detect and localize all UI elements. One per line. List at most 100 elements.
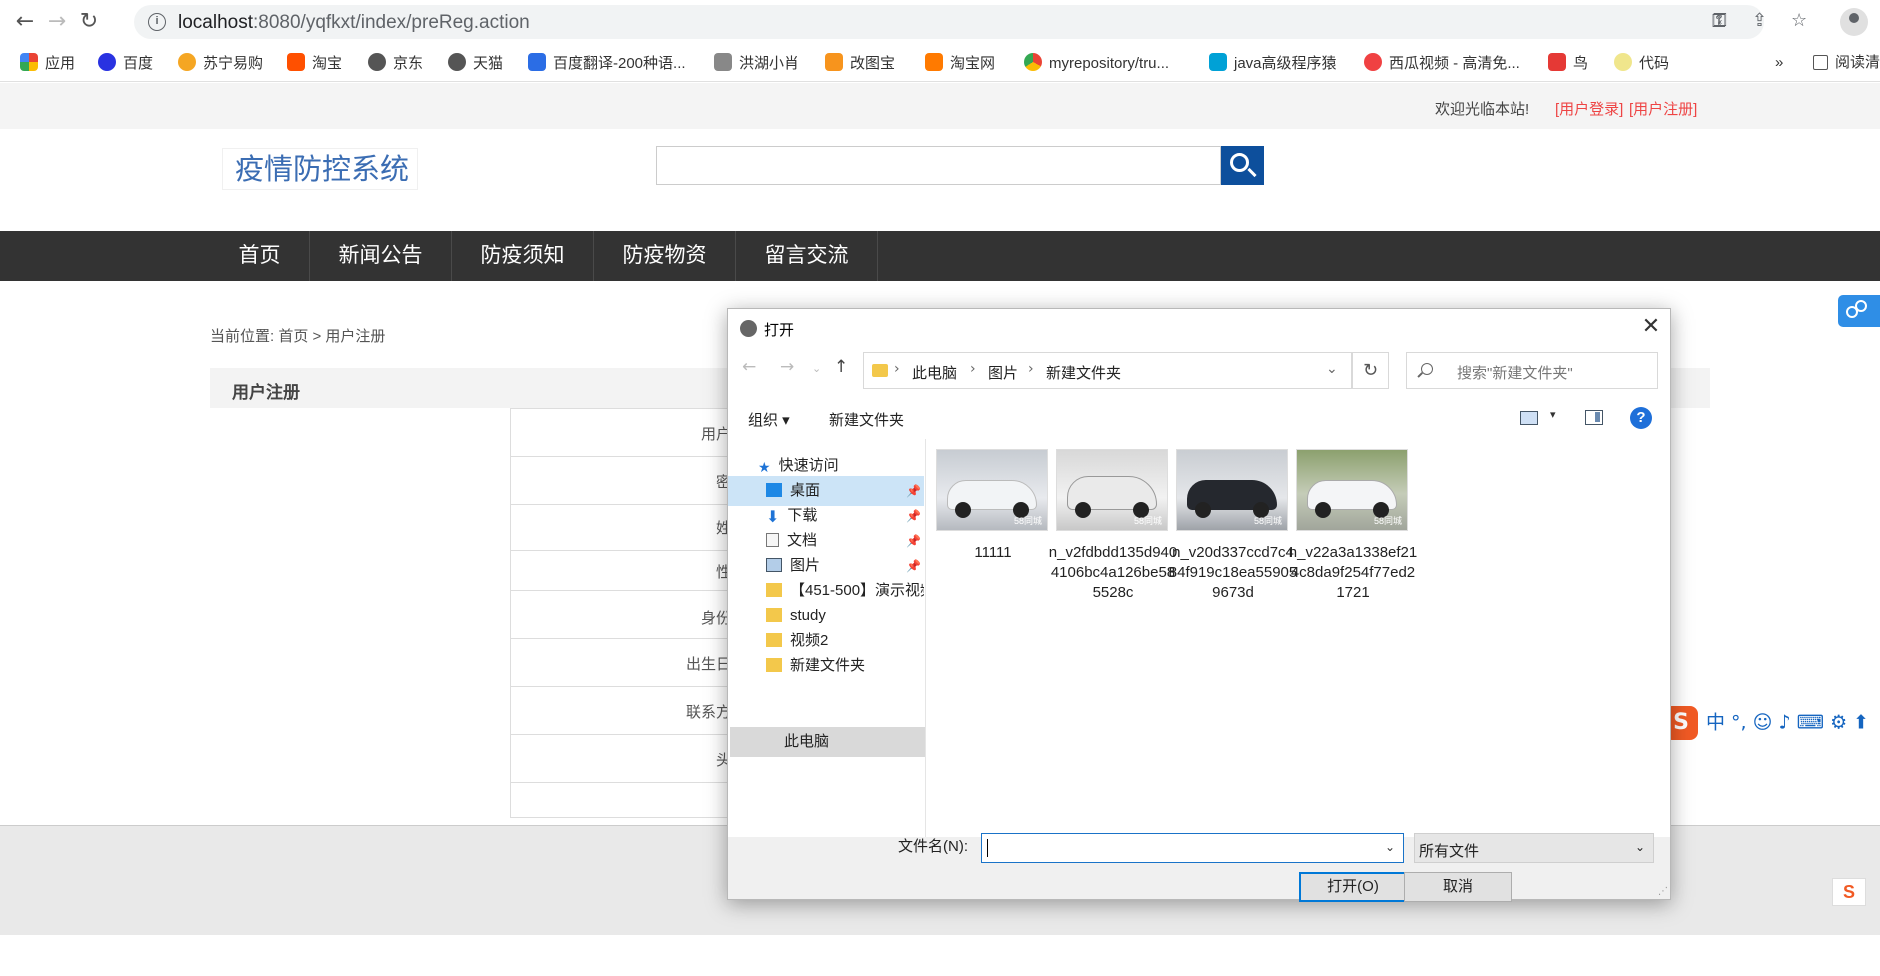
suning-icon — [178, 53, 196, 71]
reading-list-icon — [1813, 55, 1828, 70]
nav-supplies[interactable]: 防疫物资 — [594, 231, 736, 281]
address-bar[interactable]: i localhost:8080/yqfkxt/index/preReg.act… — [134, 5, 1764, 39]
bookmark-gaitubao[interactable]: 改图宝 — [825, 53, 895, 73]
cancel-button[interactable]: 取消 — [1404, 872, 1512, 902]
bookmark-suning[interactable]: 苏宁易购 — [178, 53, 263, 73]
reading-list[interactable]: 阅读清 — [1813, 53, 1880, 73]
url-text[interactable]: localhost:8080/yqfkxt/index/preReg.actio… — [178, 12, 530, 34]
nav-notice[interactable]: 防疫须知 — [452, 231, 594, 281]
bookmark-myrepository[interactable]: myrepository/tru... — [1024, 53, 1169, 73]
path-this-pc[interactable]: 此电脑 — [912, 362, 957, 383]
register-link[interactable]: [用户注册] — [1629, 98, 1697, 119]
honghu-icon — [714, 53, 732, 71]
pin-icon[interactable]: 📌 — [906, 484, 921, 498]
tree-folder-new[interactable]: 新建文件夹 — [766, 651, 865, 681]
refresh-icon[interactable]: ↻ — [1352, 352, 1389, 389]
tree-this-pc[interactable]: 此电脑 — [784, 727, 829, 757]
pin-icon[interactable]: 📌 — [906, 509, 921, 523]
pin-icon[interactable]: 📌 — [906, 534, 921, 548]
bookmark-bird[interactable]: 鸟 — [1548, 53, 1588, 73]
back-icon[interactable]: ← — [10, 8, 40, 36]
site-search-button[interactable] — [1221, 146, 1264, 185]
profile-avatar[interactable] — [1840, 8, 1868, 36]
taobao-icon — [925, 53, 943, 71]
open-button[interactable]: 打开(O) — [1299, 872, 1407, 902]
bookmark-taobao[interactable]: 淘宝 — [287, 53, 342, 73]
sogou-ime-small-icon[interactable]: S — [1832, 878, 1866, 906]
bookmark-code[interactable]: 代码 — [1614, 53, 1669, 73]
folder-icon — [766, 583, 782, 597]
form-row: 密 — [511, 456, 731, 504]
form-row: 联系方 — [511, 686, 731, 734]
file-name: n_v2fdbdd135d9404106bc4a126be585528c — [1048, 544, 1178, 601]
dialog-search-input[interactable]: 搜索"新建文件夹" — [1406, 352, 1658, 389]
view-icon[interactable] — [1520, 411, 1538, 425]
pin-icon[interactable]: 📌 — [906, 559, 921, 573]
register-form: 用户 密 姓 性 身份 出生日 联系方 头 — [510, 408, 731, 818]
up-icon[interactable]: ↑ — [834, 357, 848, 377]
bookmark-honghu[interactable]: 洪湖小肖 — [714, 53, 799, 73]
chevron-down-icon[interactable]: ⌄ — [1326, 361, 1338, 377]
bookmarks-more[interactable]: » — [1775, 53, 1783, 73]
form-row: 身份 — [511, 590, 731, 638]
nav-news[interactable]: 新闻公告 — [310, 231, 452, 281]
nav-home[interactable]: 首页 — [210, 231, 310, 281]
filename-label: 文件名(N): — [898, 838, 968, 855]
chevron-right-icon: › — [1028, 361, 1034, 377]
chevron-down-icon[interactable]: ⌄ — [1385, 840, 1395, 854]
pictures-icon — [766, 558, 782, 572]
bookmark-baidu[interactable]: 百度 — [98, 53, 153, 73]
dialog-title: 打开 — [764, 322, 795, 339]
star-icon[interactable]: ☆ — [1791, 10, 1807, 31]
bookmark-taobao-net[interactable]: 淘宝网 — [925, 53, 995, 73]
site-info-icon[interactable]: i — [148, 13, 166, 31]
filename-input[interactable]: ⌄ — [981, 833, 1404, 863]
form-row: 姓 — [511, 504, 731, 550]
forward-icon[interactable]: → — [780, 357, 794, 377]
preview-pane-icon[interactable] — [1585, 410, 1603, 425]
bookmark-baidu-translate[interactable]: 百度翻译-200种语... — [528, 53, 686, 73]
file-list: 58同城 11111 58同城 n_v2fdbdd135d9404106bc4a… — [936, 439, 1658, 837]
login-link[interactable]: [用户登录] — [1555, 98, 1623, 119]
tree-desktop[interactable]: 桌面 — [728, 476, 924, 506]
organize-menu[interactable]: 组织 ▾ — [748, 409, 790, 430]
bookmark-jd[interactable]: 京东 — [368, 53, 423, 73]
bookmark-xigua[interactable]: 西瓜视频 - 高清免... — [1364, 53, 1520, 73]
view-dropdown-icon[interactable]: ▾ — [1550, 408, 1556, 421]
bookmarks-bar: 应用 百度 苏宁易购 淘宝 京东 天猫 百度翻译-200种语... 洪湖小肖 改… — [0, 44, 1880, 82]
file-type-select[interactable]: 所有文件 ⌄ — [1414, 833, 1654, 863]
resize-grip-icon[interactable]: ⋰ — [1658, 886, 1668, 897]
bookmark-java[interactable]: java高级程序猿 — [1209, 53, 1337, 73]
forward-icon[interactable]: → — [42, 8, 72, 36]
new-folder-button[interactable]: 新建文件夹 — [829, 409, 904, 430]
share-icon[interactable]: ⇪ — [1752, 10, 1767, 31]
key-icon-visible[interactable]: ⚿ — [1713, 10, 1727, 31]
bookmark-apps[interactable]: 应用 — [20, 53, 75, 73]
folder-icon — [872, 364, 888, 377]
open-file-dialog: 打开 ✕ ← → ⌄ ↑ › 此电脑 › 图片 › 新建文件夹 ⌄ ↻ 搜索"新… — [727, 308, 1671, 902]
recent-dropdown-icon[interactable]: ⌄ — [812, 362, 821, 375]
chevron-right-icon: › — [894, 361, 900, 377]
site-search-input[interactable] — [656, 146, 1221, 185]
bookmark-tmall[interactable]: 天猫 — [448, 53, 503, 73]
ime-toolbar[interactable]: S中 °, ☺ ♪ ⌨ ⚙ ⬆ — [1664, 706, 1869, 740]
cloud-widget[interactable] — [1838, 295, 1880, 327]
nav-messages[interactable]: 留言交流 — [736, 231, 878, 281]
back-icon[interactable]: ← — [742, 357, 756, 377]
apps-grid-icon — [20, 53, 38, 71]
pane-divider[interactable] — [925, 439, 926, 837]
path-new-folder[interactable]: 新建文件夹 — [1046, 362, 1121, 383]
reload-icon[interactable]: ↻ — [74, 8, 104, 36]
file-name: n_v20d337ccd7c484f919c18ea559059673d — [1168, 544, 1298, 601]
site-logo[interactable]: 疫情防控系统 — [222, 148, 418, 190]
car-wheel — [1195, 502, 1211, 518]
folder-icon — [766, 633, 782, 647]
chevron-down-icon: ⌄ — [1634, 840, 1645, 854]
form-row: 性 — [511, 550, 731, 590]
car-wheel — [1315, 502, 1331, 518]
path-pictures[interactable]: 图片 — [988, 362, 1018, 383]
path-breadcrumb[interactable]: › 此电脑 › 图片 › 新建文件夹 ⌄ — [863, 352, 1352, 389]
close-icon[interactable]: ✕ — [1636, 313, 1666, 341]
help-icon[interactable]: ? — [1630, 407, 1652, 429]
document-icon — [766, 533, 779, 547]
